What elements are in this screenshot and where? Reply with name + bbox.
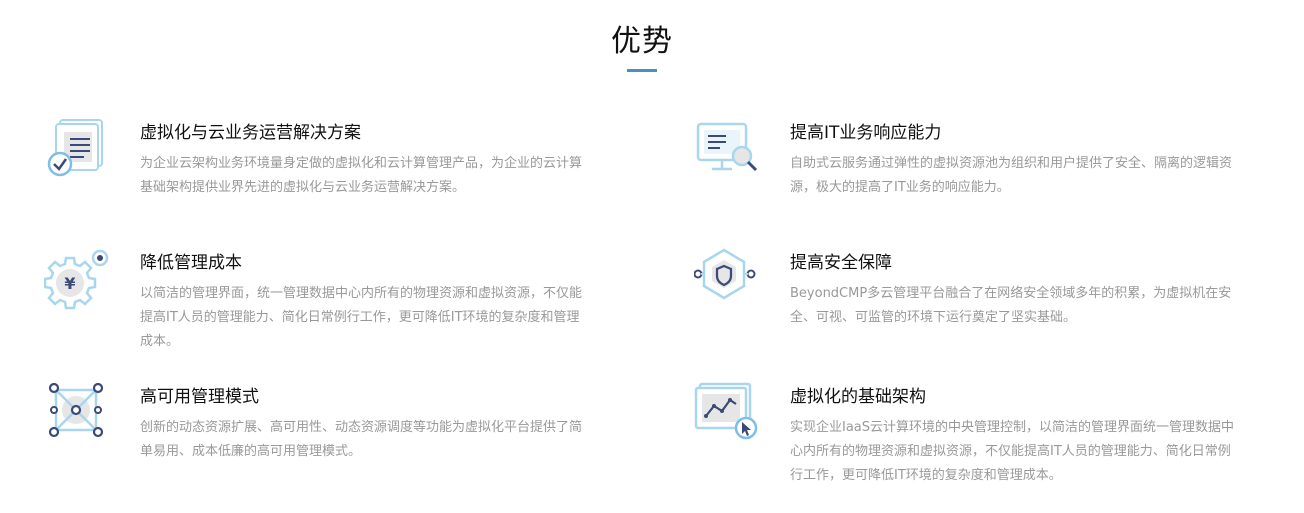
section-title: 优势 bbox=[611, 24, 673, 59]
hexagon-shield-icon bbox=[694, 244, 762, 312]
feature-description: 实现企业IaaS云计算环境的中央管理控制，以简洁的管理界面统一管理数据中心内所有… bbox=[790, 420, 1235, 483]
feature-title: 高可用管理模式 bbox=[140, 387, 259, 407]
document-check-icon bbox=[44, 114, 112, 182]
title-underline bbox=[627, 69, 657, 72]
feature-description: 以简洁的管理界面，统一管理数据中心内所有的物理资源和虚拟资源，不仅能提高IT人员… bbox=[140, 286, 583, 349]
feature-title: 虚拟化与云业务运营解决方案 bbox=[140, 123, 361, 143]
gear-yen-icon: ¥ bbox=[44, 244, 112, 312]
network-nodes-icon bbox=[44, 378, 112, 446]
feature-title: 提高IT业务响应能力 bbox=[790, 123, 942, 143]
feature-description: 自助式云服务通过弹性的虚拟资源池为组织和用户提供了安全、隔离的逻辑资源，极大的提… bbox=[790, 156, 1233, 195]
feature-description: BeyondCMP多云管理平台融合了在网络安全领域多年的积累，为虚拟机在安全、可… bbox=[790, 286, 1232, 325]
feature-title: 降低管理成本 bbox=[140, 253, 242, 273]
feature-description: 创新的动态资源扩展、高可用性、动态资源调度等功能为虚拟化平台提供了简单易用、成本… bbox=[140, 420, 583, 459]
chart-cursor-icon bbox=[694, 378, 762, 446]
monitor-search-icon bbox=[694, 114, 762, 182]
feature-description: 为企业云架构业务环境量身定做的虚拟化和云计算管理产品，为企业的云计算基础架构提供… bbox=[140, 156, 583, 195]
feature-title: 提高安全保障 bbox=[790, 253, 892, 273]
feature-title: 虚拟化的基础架构 bbox=[790, 387, 926, 407]
svg-text:¥: ¥ bbox=[64, 274, 75, 293]
